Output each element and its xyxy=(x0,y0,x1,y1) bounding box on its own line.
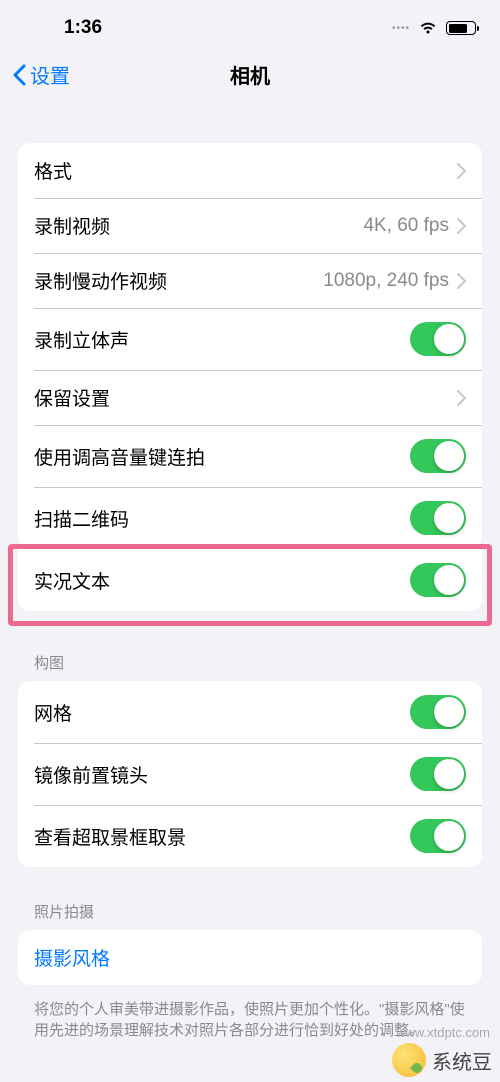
back-label: 设置 xyxy=(30,60,70,89)
row-record-video[interactable]: 录制视频 4K, 60 fps xyxy=(18,198,482,253)
cellular-dots-icon: •••• xyxy=(392,23,410,34)
row-detail: 1080p, 240 fps xyxy=(323,270,449,292)
row-label: 使用调高音量键连拍 xyxy=(34,443,205,470)
back-button[interactable]: 设置 xyxy=(12,60,70,89)
section-header-photo-capture: 照片拍摄 xyxy=(18,897,482,930)
row-label: 查看超取景框取景 xyxy=(34,823,186,850)
row-stereo: 录制立体声 xyxy=(18,308,482,370)
chevron-right-icon xyxy=(457,273,466,289)
row-volume-burst: 使用调高音量键连拍 xyxy=(18,425,482,487)
battery-icon xyxy=(446,21,476,35)
row-detail: 4K, 60 fps xyxy=(363,215,449,237)
row-record-slomo[interactable]: 录制慢动作视频 1080p, 240 fps xyxy=(18,253,482,308)
toggle-grid[interactable] xyxy=(410,695,466,729)
highlight-annotation: 实况文本 xyxy=(8,544,492,626)
row-mirror-front: 镜像前置镜头 xyxy=(18,743,482,805)
row-scan-qr: 扫描二维码 xyxy=(18,487,482,549)
chevron-left-icon xyxy=(12,64,26,86)
watermark-logo-icon xyxy=(392,1043,426,1077)
watermark-url: www.xtdptc.com xyxy=(396,1025,490,1040)
settings-group-photo-capture: 摄影风格 xyxy=(18,930,482,985)
settings-group-camera-cont: 实况文本 xyxy=(18,549,482,611)
row-photographic-styles[interactable]: 摄影风格 xyxy=(18,930,482,985)
row-format[interactable]: 格式 xyxy=(18,143,482,198)
nav-bar: 设置 相机 xyxy=(0,50,500,103)
row-label: 摄影风格 xyxy=(34,944,110,971)
watermark: 系统豆 xyxy=(392,1043,492,1077)
toggle-volume-burst[interactable] xyxy=(410,439,466,473)
toggle-mirror-front[interactable] xyxy=(410,757,466,791)
status-bar: 1:36 •••• xyxy=(0,0,500,50)
chevron-right-icon xyxy=(457,163,466,179)
toggle-stereo[interactable] xyxy=(410,322,466,356)
chevron-right-icon xyxy=(457,390,466,406)
row-label: 保留设置 xyxy=(34,384,110,411)
row-grid: 网格 xyxy=(18,681,482,743)
row-label: 实况文本 xyxy=(34,567,110,594)
settings-group-composition: 网格 镜像前置镜头 查看超取景框取景 xyxy=(18,681,482,867)
page-title: 相机 xyxy=(230,60,270,89)
row-label: 格式 xyxy=(34,157,72,184)
row-live-text: 实况文本 xyxy=(18,549,482,611)
wifi-icon xyxy=(418,21,438,35)
toggle-view-outside-frame[interactable] xyxy=(410,819,466,853)
row-preserve-settings[interactable]: 保留设置 xyxy=(18,370,482,425)
settings-group-camera: 格式 录制视频 4K, 60 fps 录制慢动作视频 1080p, 240 fp… xyxy=(18,143,482,549)
chevron-right-icon xyxy=(457,218,466,234)
row-label: 录制慢动作视频 xyxy=(34,267,167,294)
section-header-composition: 构图 xyxy=(18,648,482,681)
status-icons: •••• xyxy=(392,21,476,35)
row-view-outside-frame: 查看超取景框取景 xyxy=(18,805,482,867)
row-label: 录制立体声 xyxy=(34,326,129,353)
row-label: 扫描二维码 xyxy=(34,505,129,532)
status-time: 1:36 xyxy=(64,17,102,39)
row-label: 网格 xyxy=(34,699,72,726)
row-label: 镜像前置镜头 xyxy=(34,761,148,788)
toggle-scan-qr[interactable] xyxy=(410,501,466,535)
toggle-live-text[interactable] xyxy=(410,563,466,597)
row-label: 录制视频 xyxy=(34,212,110,239)
watermark-text: 系统豆 xyxy=(432,1046,492,1075)
